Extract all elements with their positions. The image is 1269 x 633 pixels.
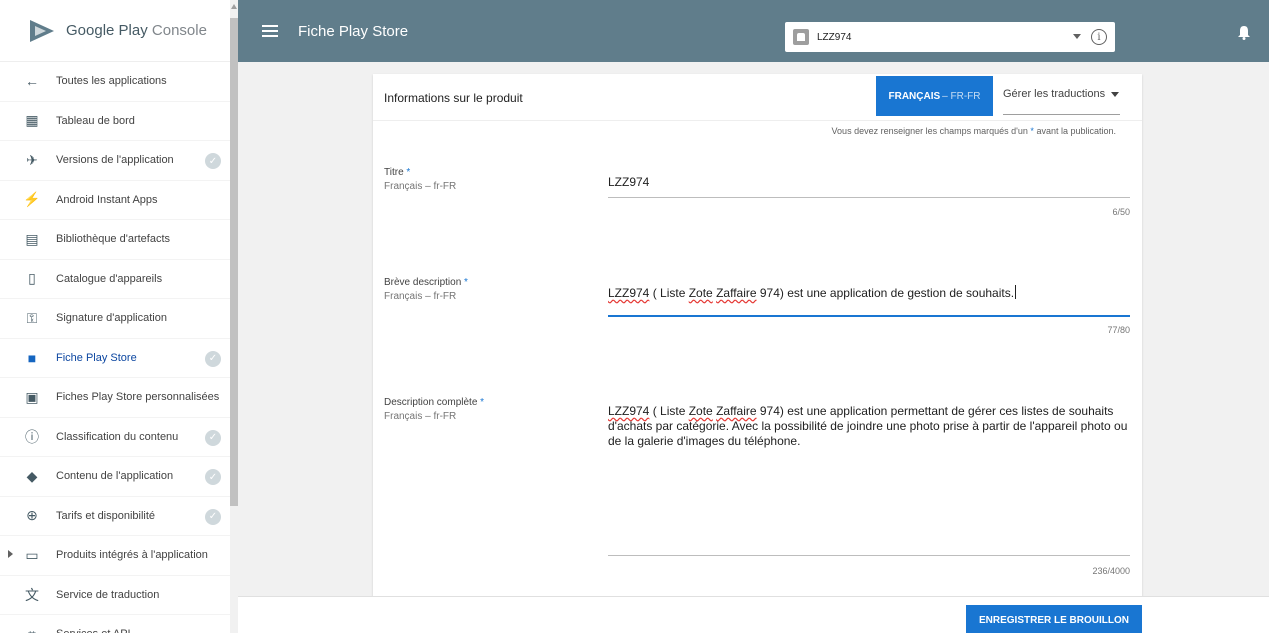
device-icon: ▯	[28, 270, 36, 287]
key-icon: ⚿	[26, 309, 38, 326]
card-title: Informations sur le produit	[384, 91, 523, 105]
title-input[interactable]: LZZ974	[608, 175, 1128, 190]
language-button-code: – FR-FR	[942, 90, 981, 102]
full-description-lang: Français – fr-FR	[384, 411, 457, 422]
title-char-counter: 6/50	[1112, 207, 1130, 217]
top-bar: Fiche Play Store LZZ974 i ?	[238, 0, 1269, 62]
shield-icon: ◆	[26, 467, 38, 484]
sidebar-item-label: Toutes les applications	[56, 75, 167, 88]
checkmark-icon: ✓	[205, 153, 221, 169]
full-description-textarea[interactable]: LZZ974 ( Liste Zote Zaffaire 974) est un…	[608, 404, 1128, 449]
notification-bell-icon[interactable]	[1238, 26, 1250, 44]
sidebar-item[interactable]: ▦ Tableau de bord	[0, 102, 237, 141]
sidebar-nav: ← Toutes les applications ▦ Tableau de bord…	[0, 62, 237, 633]
sidebar-item-label: Fiche Play Store	[56, 351, 137, 364]
info-icon[interactable]: i	[1091, 29, 1107, 45]
checkmark-icon: ✓	[205, 508, 221, 525]
sidebar-item[interactable]: ▣ Fiches Play Store personnalisées	[0, 378, 237, 418]
sidebar-item[interactable]: ⚿ Signature d'application	[0, 299, 237, 339]
library-icon: ▤	[25, 230, 39, 247]
scroll-up-arrow-icon[interactable]	[231, 4, 237, 9]
sidebar-item[interactable]: 文 Service de traduction	[0, 576, 237, 615]
sidebar-item[interactable]: ← Toutes les applications	[0, 62, 237, 102]
checkmark-icon: ✓	[205, 429, 221, 446]
hamburger-menu-icon[interactable]	[262, 25, 278, 37]
checkmark-icon: ✓	[205, 469, 221, 485]
manage-translations-label: Gérer les traductions	[1003, 88, 1106, 100]
full-description-label: Description complète * Français – fr-FR	[384, 397, 485, 422]
sidebar-item-label: Bibliothèque d'artefacts	[56, 233, 171, 246]
card-icon: ▭	[25, 546, 39, 563]
sidebar-item-label: Tarifs et disponibilité	[56, 509, 156, 522]
product-info-card: Informations sur le produit FRANÇAIS – F…	[373, 74, 1142, 633]
expand-arrow-icon[interactable]	[8, 550, 13, 558]
rating-icon: ⓘ	[25, 428, 39, 445]
manage-translations-dropdown[interactable]: Gérer les traductions	[1003, 88, 1120, 100]
sidebar-item-label: Service de traduction	[56, 588, 160, 601]
checkmark-icon: ✓	[205, 350, 221, 367]
sidebar-item-label: Signature d'application	[56, 312, 167, 325]
sidebar-item[interactable]: ✈ Versions de l'application ✓	[0, 141, 237, 181]
app-selector[interactable]: LZZ974 i	[785, 22, 1115, 52]
bottom-action-bar: ENREGISTRER LE BROUILLON	[238, 596, 1269, 633]
sidebar-item[interactable]: ◆ Contenu de l'application ✓	[0, 457, 237, 497]
api-icon: ⌗	[24, 626, 40, 633]
store-icon: ■	[27, 349, 37, 366]
sidebar-item-label: Versions de l'application	[56, 154, 174, 167]
dropdown-arrow-icon	[1111, 91, 1120, 97]
required-fields-note: Vous devez renseigner les champs marqués…	[831, 126, 1116, 136]
language-button[interactable]: FRANÇAIS – FR-FR	[876, 76, 993, 116]
text-cursor	[1015, 285, 1017, 299]
sidebar-item[interactable]: ⓘ Classification du contenu ✓	[0, 418, 237, 457]
sidebar-item-label: Contenu de l'application	[56, 470, 174, 483]
page-title: Fiche Play Store	[298, 22, 409, 40]
brand[interactable]: Google Play Console	[0, 0, 237, 62]
play-console-logo-icon	[30, 19, 54, 42]
sidebar-item[interactable]: ▤ Bibliothèque d'artefacts	[0, 220, 237, 260]
short-description-lang: Français – fr-FR	[384, 291, 457, 302]
sidebar-item[interactable]: ⊕ Tarifs et disponibilité ✓	[0, 497, 237, 536]
sidebar-item-label: Fiches Play Store personnalisées	[56, 391, 220, 404]
short-description-underline	[608, 315, 1130, 317]
title-field-label: Titre * Français – fr-FR	[384, 167, 457, 192]
dropdown-underline	[1003, 114, 1120, 115]
full-description-underline	[608, 555, 1130, 556]
title-field-lang: Français – fr-FR	[384, 181, 457, 192]
sidebar-item[interactable]: ⚡ Android Instant Apps	[0, 181, 237, 220]
store-custom-icon: ▣	[25, 388, 39, 405]
bolt-icon: ⚡	[23, 191, 41, 208]
short-description-char-counter: 77/80	[1107, 325, 1130, 335]
brand-name: Google Play Console	[66, 22, 207, 39]
sidebar-item[interactable]: ▯ Catalogue d'appareils	[0, 260, 237, 299]
short-description-label: Brève description * Français – fr-FR	[384, 277, 468, 302]
sidebar-item-label: Classification du contenu	[56, 430, 179, 443]
arrow-left-icon: ←	[25, 73, 39, 90]
sidebar-item-label: Tableau de bord	[56, 114, 135, 127]
save-draft-button[interactable]: ENREGISTRER LE BROUILLON	[966, 605, 1142, 633]
sidebar-item-label: Android Instant Apps	[56, 193, 158, 206]
sidebar-item-label: Services et API	[56, 628, 131, 633]
rocket-icon: ✈	[26, 151, 38, 168]
sidebar-scrollbar-thumb[interactable]	[230, 18, 238, 506]
chevron-down-icon[interactable]	[1073, 34, 1081, 39]
sidebar-item[interactable]: ▭ Produits intégrés à l'application	[0, 536, 237, 576]
globe-icon: ⊕	[26, 507, 38, 524]
sidebar-item-label: Produits intégrés à l'application	[56, 549, 208, 562]
app-selector-value: LZZ974	[817, 31, 852, 43]
sidebar: Google Play Console ← Toutes les applicat…	[0, 0, 238, 633]
sidebar-item[interactable]: ■ Fiche Play Store ✓	[0, 339, 237, 378]
dashboard-icon: ▦	[25, 112, 39, 129]
sidebar-item[interactable]: ⌗ Services et API	[0, 615, 237, 633]
translate-icon: 文	[25, 586, 39, 603]
android-app-icon	[793, 29, 809, 45]
title-input-underline	[608, 197, 1130, 198]
language-button-label: FRANÇAIS	[888, 90, 941, 102]
short-description-input[interactable]: LZZ974 ( Liste Zote Zaffaire 974) est un…	[608, 285, 1128, 301]
card-header: Informations sur le produit FRANÇAIS – F…	[373, 74, 1142, 121]
full-description-char-counter: 236/4000	[1092, 566, 1130, 576]
sidebar-item-label: Catalogue d'appareils	[56, 272, 163, 285]
